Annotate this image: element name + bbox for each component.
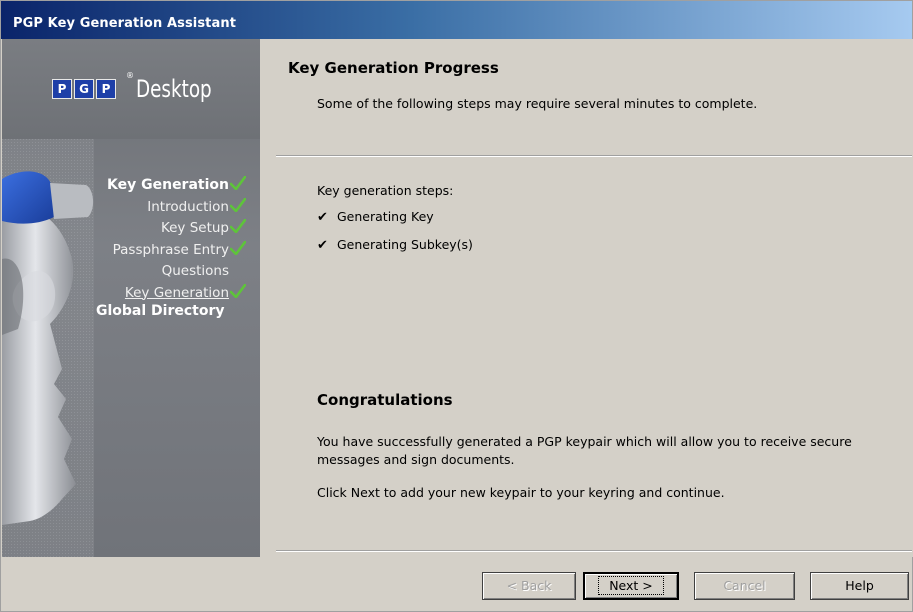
pgp-desktop-logo: P G P ® Desktop	[2, 39, 260, 139]
check-icon	[230, 197, 246, 212]
help-button[interactable]: Help	[810, 572, 909, 600]
logo-desktop-word: Desktop	[136, 75, 212, 103]
sidebar: P G P ® Desktop Key Generation Introduct…	[2, 39, 260, 557]
wizard-window: PGP Key Generation Assistant P G P ® Des…	[0, 0, 913, 612]
check-icon	[230, 283, 246, 298]
next-button[interactable]: Next >	[583, 572, 679, 600]
page-subtitle: Some of the following steps may require …	[317, 96, 758, 111]
logo-letter-g: G	[74, 79, 94, 99]
cancel-button[interactable]: Cancel	[694, 572, 795, 600]
nav-key-generation-current: Key Generation	[107, 283, 246, 305]
continue-instruction: Click Next to add your new keypair to yo…	[317, 485, 725, 500]
nav-key-setup: Key Setup	[107, 218, 246, 240]
step-label: Generating Subkey(s)	[337, 237, 473, 252]
nav-key-generation-section: Key Generation	[107, 175, 246, 197]
title-bar[interactable]: PGP Key Generation Assistant	[1, 1, 912, 39]
header-divider	[276, 155, 912, 157]
nav-questions: Questions	[161, 263, 229, 279]
check-icon	[230, 176, 246, 190]
checkmark-icon: ✔	[317, 238, 328, 253]
step-generating-key: ✔ Generating Key	[317, 209, 434, 225]
page-title: Key Generation Progress	[288, 59, 499, 77]
check-icon	[230, 240, 246, 255]
nav-global-directory: Global Directory	[96, 303, 225, 319]
back-button[interactable]: < Back	[482, 572, 576, 600]
checkmark-icon: ✔	[317, 210, 328, 225]
content-panel: Key Generation Progress Some of the foll…	[260, 39, 913, 557]
window-title: PGP Key Generation Assistant	[13, 16, 237, 31]
footer-divider	[276, 550, 912, 552]
step-label: Generating Key	[337, 209, 434, 224]
steps-heading: Key generation steps:	[317, 183, 454, 198]
congrats-heading: Congratulations	[317, 391, 453, 409]
next-button-label: Next >	[598, 576, 664, 595]
logo-registered-mark: ®	[126, 71, 134, 80]
step-generating-subkeys: ✔ Generating Subkey(s)	[317, 237, 473, 253]
nav-passphrase-entry: Passphrase Entry	[107, 240, 246, 262]
logo-letter-p2: P	[96, 79, 116, 99]
logo-letter-p1: P	[52, 79, 72, 99]
wizard-steps-nav: Key Generation Introduction Key Setup Pa…	[107, 175, 246, 304]
nav-introduction: Introduction	[107, 197, 246, 219]
check-icon	[230, 219, 246, 233]
congrats-message: You have successfully generated a PGP ke…	[317, 434, 852, 467]
